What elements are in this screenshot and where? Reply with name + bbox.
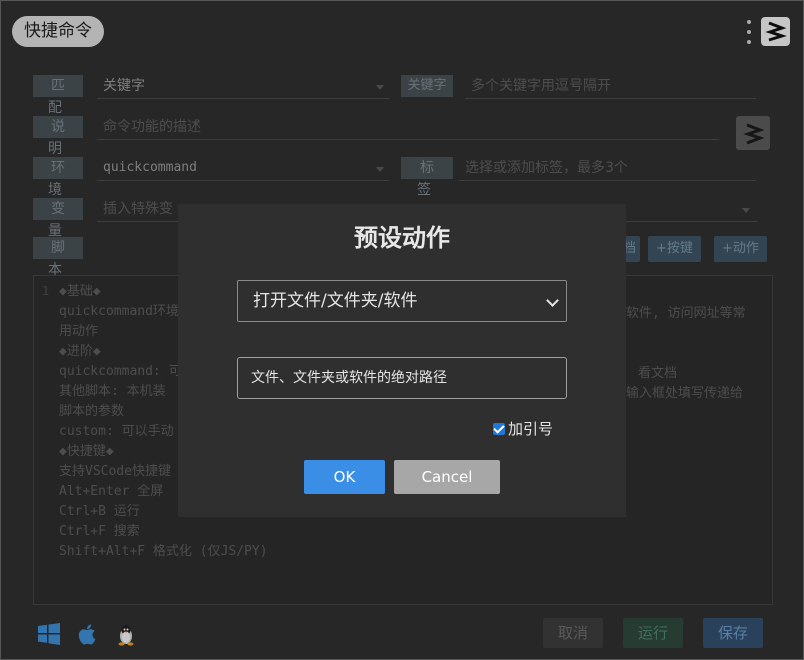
action-type-value: 打开文件/文件夹/软件 (253, 291, 418, 311)
ok-button[interactable]: OK (304, 460, 385, 494)
chevron-down-icon (546, 294, 559, 307)
dialog-cancel-button[interactable]: Cancel (394, 460, 500, 494)
path-input[interactable]: 文件、文件夹或软件的绝对路径 (237, 357, 567, 399)
action-type-select[interactable]: 打开文件/文件夹/软件 (237, 280, 567, 322)
preset-action-dialog: 预设动作 打开文件/文件夹/软件 文件、文件夹或软件的绝对路径 加引号 OK C… (178, 204, 626, 517)
add-quotes-checkbox[interactable]: 加引号 (493, 418, 553, 439)
dialog-title: 预设动作 (354, 224, 450, 252)
checkbox-checked-icon[interactable] (493, 422, 505, 435)
add-quotes-label: 加引号 (508, 420, 554, 438)
